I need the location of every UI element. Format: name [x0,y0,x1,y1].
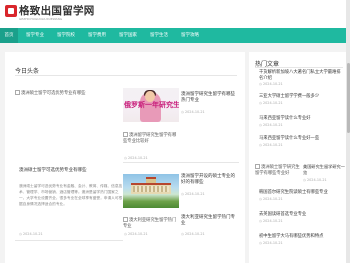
sidebar-link-time: 2024-10-21 [259,123,343,129]
nav-item-countries[interactable]: 留学国家 [115,28,141,43]
sidebar-feature-title[interactable]: 美国研究生留学研究一览 [303,164,345,175]
sidebar-link-text[interactable]: 三亚大学硕士留学学费一般多少 [259,94,319,99]
card2-sub-time: 2024-10-21 [124,232,148,236]
section-divider [15,75,237,76]
card2-time: 2024-10-21 [181,192,205,196]
card1-time: 2024-10-21 [181,110,205,114]
sidebar-link-time: 2024-10-21 [259,219,343,225]
section-title: 今日头条 [15,68,40,75]
sidebar-link[interactable]: 韩国首尔研究生院读硕士有哪些专业 2024-10-21 [259,190,343,202]
card1-photo[interactable]: 俄罗斯一年研究生 [123,88,179,122]
logo-mark-icon[interactable] [5,5,17,17]
sidebar-divider [255,67,343,68]
sidebar-link-text[interactable]: 干货解析新加坡八大著名门私立大学最难排名介绍 [259,70,341,81]
sidebar-link[interactable]: 三亚大学硕士留学学费一般多少 2024-10-21 [259,94,343,106]
sidebar-link-text[interactable]: 马来西亚留学读什么专业好一些 [259,136,319,141]
card2-sub-title-time: 2024-10-21 [181,232,205,236]
sidebar-link[interactable]: 马来西亚留学读什么专业好一些 2024-10-21 [259,136,343,148]
site-title[interactable]: 格致出国留学网 [19,3,95,18]
headline-title[interactable]: 澳洲硕士留学可选优势专业有哪些 [19,168,125,174]
headline-divider [15,240,123,241]
sidebar-link[interactable]: 初中生留学大马有哪些优势和特点 2024-10-21 [259,234,343,246]
card2-photo[interactable] [123,174,179,208]
sidebar-link[interactable]: 干货解析新加坡八大著名门私立大学最难排名介绍 2024-10-21 [259,70,343,88]
headline-desc: 澳洲硕士留学可选优势专业有金融、会计、教育、传媒、信息技术、管理学、市场营销、酒… [19,184,123,206]
card1-photo-caption: 俄罗斯一年研究生 [124,101,179,109]
card1-title[interactable]: 澳洲留学研究生留学有哪些热门专业 [181,92,239,104]
sidebar-link-time: 2024-10-21 [259,82,343,88]
nav-item-majors[interactable]: 留学专业 [22,28,48,43]
sidebar-link-text[interactable]: 初中生留学大马有哪些优势和特点 [259,234,323,239]
sidebar-link-text[interactable]: 去英国读研首选专业专业 [259,212,306,217]
sidebar-link-text[interactable]: 韩国首尔研究生院读硕士有哪些专业 [259,190,328,195]
nav-item-life[interactable]: 留学生活 [146,28,172,43]
card2-sub-image[interactable]: 澳大利亚研究生留学热门专业 [123,217,179,229]
nav-item-home[interactable]: 首页 [0,28,18,43]
sidebar-link-time: 2024-10-21 [259,241,343,247]
page-scrollbar-thumb[interactable] [346,63,350,133]
photo-columns [133,186,169,192]
nav-item-guides[interactable]: 留学攻略 [177,28,203,43]
sidebar-feature-image[interactable]: 澳洲硕士留学研究生留学有哪些专业好 [255,164,300,176]
site-subtitle: GEZHICHUGUOLIUXUEWANG [19,17,63,21]
headline-time: 2024-10-21 [19,232,43,236]
site-header: 格致出国留学网 GEZHICHUGUOLIUXUEWANG [0,0,350,28]
main-nav: 首页 留学专业 留学院校 留学费用 留学国家 留学生活 留学攻略 [0,28,350,43]
main-content: 今日头条 澳洲硕士留学可选优势专业有哪些 澳洲硕士留学可选优势专业有哪些 澳洲硕… [5,52,245,263]
card1-sub-time: 2024-10-21 [124,156,148,160]
sidebar-link[interactable]: 去英国读研首选专业专业 2024-10-21 [259,212,343,224]
nav-item-schools[interactable]: 留学院校 [53,28,79,43]
card-divider [123,162,239,163]
sidebar-link-time: 2024-10-21 [259,197,343,203]
card2-sub-title[interactable]: 澳大利亚研究生留学热门专业 [181,215,239,227]
nav-item-costs[interactable]: 留学费用 [84,28,110,43]
sidebar-link[interactable]: 马来西亚留学读什么专业好 2024-10-21 [259,116,343,128]
headline-image[interactable]: 澳洲硕士留学可选优势专业有哪些 [15,90,123,97]
sidebar-feature-time: 2024-10-21 [303,178,327,182]
sidebar-link-time: 2024-10-21 [259,101,343,107]
sidebar: 热门文章 干货解析新加坡八大著名门私立大学最难排名介绍 2024-10-21 三… [249,52,350,263]
sidebar-link-time: 2024-10-21 [259,143,343,149]
card1-sub-image[interactable]: 澳洲留学研究生留学有哪些专业比较好 [123,132,179,144]
sidebar-link-text[interactable]: 马来西亚留学读什么专业好 [259,116,311,121]
card2-title[interactable]: 澳洲留学开设的硕士专业的好的有哪些 [181,174,239,186]
